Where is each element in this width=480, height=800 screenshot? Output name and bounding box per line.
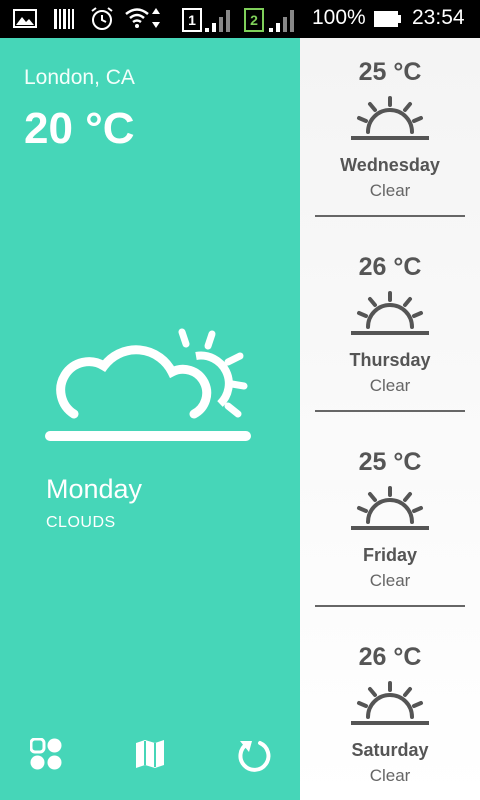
sunrise-icon [351, 486, 429, 530]
sunrise-icon [351, 291, 429, 335]
gallery-icon [13, 9, 37, 28]
divider [315, 410, 465, 412]
current-weather-panel: London, CA 20 °C Monday CLOUDS [0, 38, 300, 800]
current-condition: CLOUDS [46, 514, 116, 531]
sim1-signal-icon: 1 [180, 0, 234, 38]
clock: 23:54 [412, 6, 465, 29]
grid-apps-icon[interactable] [30, 738, 62, 770]
current-temperature: 20 °C [24, 104, 135, 153]
forecast-item[interactable]: 25 °C Friday Clear [300, 428, 480, 623]
forecast-item[interactable]: 26 °C Thursday Clear [300, 233, 480, 428]
forecast-temperature: 26 °C [358, 643, 422, 671]
refresh-icon[interactable] [236, 738, 272, 774]
forecast-day: Wednesday [340, 155, 440, 175]
battery-icon [374, 11, 401, 27]
sim2-signal-icon: 2 [242, 0, 302, 38]
forecast-day: Thursday [349, 350, 431, 370]
wifi-icon [125, 8, 160, 28]
forecast-item[interactable]: 26 °C Saturday Clear [300, 623, 480, 800]
sunrise-icon [351, 681, 429, 725]
barcode-icon [54, 9, 74, 29]
forecast-condition: Clear [369, 376, 411, 395]
forecast-temperature: 25 °C [358, 448, 422, 476]
forecast-condition: Clear [369, 181, 411, 200]
divider [315, 215, 465, 217]
current-day: Monday [46, 474, 143, 504]
forecast-condition: Clear [369, 766, 411, 785]
alarm-icon [91, 7, 113, 30]
forecast-day: Saturday [351, 740, 429, 760]
clouds-sun-icon [45, 328, 251, 441]
location-label: London, CA [24, 66, 135, 89]
divider [315, 605, 465, 607]
map-icon[interactable] [134, 738, 166, 770]
battery-percent: 100% [312, 6, 366, 29]
forecast-temperature: 25 °C [358, 58, 422, 86]
status-bar: 1 2 100% 23:54 [0, 0, 480, 38]
forecast-temperature: 26 °C [358, 253, 422, 281]
forecast-list[interactable]: 25 °C Wednesday Clear 26 °C Thursday Cle… [300, 38, 480, 800]
sunrise-icon [351, 96, 429, 140]
forecast-day: Friday [362, 545, 418, 565]
forecast-item[interactable]: 25 °C Wednesday Clear [300, 38, 480, 233]
forecast-condition: Clear [369, 571, 411, 590]
